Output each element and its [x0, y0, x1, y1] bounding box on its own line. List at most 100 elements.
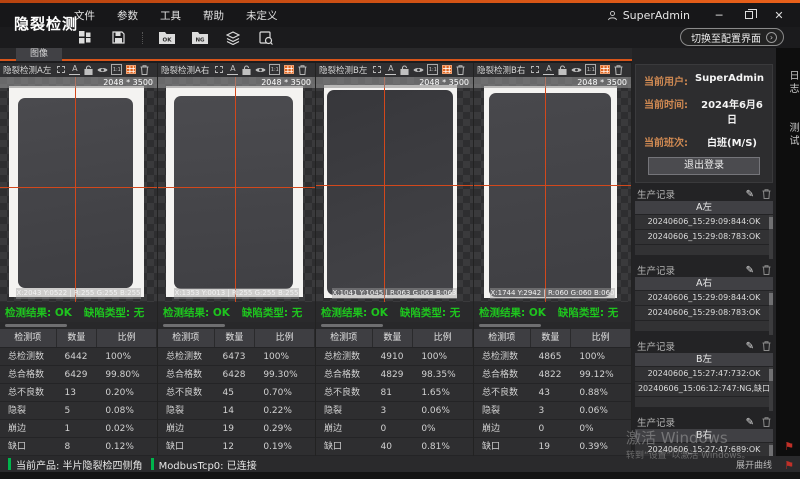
folder-ng-icon[interactable]: NG — [191, 30, 209, 46]
menu-tools[interactable]: 工具 — [160, 8, 181, 23]
records-scrollbar[interactable] — [769, 291, 773, 335]
user-value: SuperAdmin — [695, 73, 764, 88]
result-row: 检测结果: OK 缺陷类型: 无 — [158, 302, 315, 322]
resolution-label: 2048 * 3500 — [0, 77, 157, 88]
table-cell: 总合格数 — [474, 366, 531, 383]
menu-parameters[interactable]: 参数 — [117, 8, 138, 23]
grid-icon[interactable] — [599, 64, 610, 75]
switch-to-config-button[interactable]: 切换至配置界面 › — [680, 28, 784, 46]
table-cell: 100% — [571, 348, 631, 365]
camera-image[interactable]: 2048 * 3500 X:1041 Y:1045 | R:063 G:063 … — [316, 77, 473, 302]
records-title: 生产记录 — [637, 339, 675, 353]
trash-icon[interactable] — [139, 64, 150, 75]
one-to-one-icon[interactable]: 1:1 — [111, 64, 122, 75]
edit-icon[interactable]: ✎ — [746, 265, 754, 276]
layers-icon[interactable] — [224, 30, 242, 46]
trash-icon[interactable] — [762, 265, 771, 275]
horizontal-scrollbar[interactable] — [316, 322, 473, 329]
one-to-one-icon[interactable]: 1:1 — [585, 64, 596, 75]
trash-icon[interactable] — [297, 64, 308, 75]
tab-test[interactable]: 测试 — [776, 122, 800, 148]
grid-icon[interactable] — [125, 64, 136, 75]
flag-icon: ⚑ — [784, 440, 794, 453]
trash-icon[interactable] — [762, 341, 771, 351]
grid-icon[interactable] — [441, 64, 452, 75]
record-entry[interactable]: 20240606_15:27:47:689:OK — [635, 443, 773, 457]
eye-icon[interactable] — [571, 64, 582, 75]
table-header-cell: 检测项 — [158, 329, 215, 347]
table-row: 隐裂30.06% — [316, 402, 473, 420]
auto-fit-icon[interactable]: A — [543, 64, 554, 75]
trash-icon[interactable] — [762, 189, 771, 199]
minimize-button[interactable]: ─ — [704, 9, 734, 22]
inspection-photo — [9, 86, 144, 297]
table-cell: 4829 — [373, 366, 414, 383]
lock-icon[interactable] — [83, 64, 94, 75]
selection-rect-icon[interactable] — [213, 64, 224, 75]
panel-title: 隐裂检测B右 — [477, 64, 525, 76]
selection-rect-icon[interactable] — [529, 64, 540, 75]
selection-rect-icon[interactable] — [371, 64, 382, 75]
tab-image[interactable]: 图像 — [16, 48, 62, 61]
auto-fit-icon[interactable]: A — [227, 64, 238, 75]
selection-rect-icon[interactable] — [55, 64, 66, 75]
table-cell: 4865 — [531, 348, 572, 365]
menu-undefined[interactable]: 未定义 — [246, 8, 278, 23]
edit-icon[interactable]: ✎ — [746, 341, 754, 352]
record-entry[interactable]: 20240606_15:29:09:844:OK — [635, 215, 773, 229]
horizontal-scrollbar[interactable] — [474, 322, 631, 329]
horizontal-scrollbar[interactable] — [0, 322, 157, 329]
table-row: 隐裂30.06% — [474, 402, 631, 420]
table-cell: 3 — [373, 402, 414, 419]
camera-image[interactable]: 2048 * 3500 X:2043 Y:0522 | R:255 G:255 … — [0, 77, 157, 302]
eye-icon[interactable] — [255, 64, 266, 75]
expand-curve-link[interactable]: 展开曲线 — [736, 458, 772, 471]
auto-fit-icon[interactable]: A — [385, 64, 396, 75]
table-cell: 6429 — [57, 366, 98, 383]
camera-panel-a-left: 隐裂检测A左 A 1:1 2048 * 3500 X:2043 Y:0522 |… — [0, 63, 157, 456]
maximize-button[interactable] — [734, 9, 764, 22]
edit-icon[interactable]: ✎ — [746, 417, 754, 428]
lock-icon[interactable] — [399, 64, 410, 75]
trash-icon[interactable] — [762, 417, 771, 427]
panel-header: 隐裂检测B右 A 1:1 — [474, 63, 631, 77]
logout-button[interactable]: 退出登录 — [648, 157, 760, 175]
record-entry[interactable]: 20240606_15:29:08:783:OK — [635, 230, 773, 244]
resolution-label: 2048 * 3500 — [158, 77, 315, 88]
record-entry[interactable]: 20240606_15:29:08:783:OK — [635, 306, 773, 320]
camera-image[interactable]: 2048 * 3500 X:1353 Y:0013 | R:255 G:255 … — [158, 77, 315, 302]
table-cell: 缺口 — [158, 438, 215, 455]
search-document-icon[interactable] — [257, 30, 275, 46]
one-to-one-icon[interactable]: 1:1 — [269, 64, 280, 75]
folder-ng-label: NG — [195, 38, 205, 44]
record-entry[interactable]: 20240606_15:29:09:844:OK — [635, 291, 773, 305]
table-row: 崩边10.02% — [0, 420, 157, 438]
edit-icon[interactable]: ✎ — [746, 189, 754, 200]
crosshair-horizontal — [0, 187, 157, 188]
lock-icon[interactable] — [557, 64, 568, 75]
layout-grid-icon[interactable] — [76, 30, 94, 46]
horizontal-scrollbar[interactable] — [158, 322, 315, 329]
switch-button-label: 切换至配置界面 — [691, 30, 761, 45]
save-icon[interactable] — [109, 30, 127, 46]
solar-cell — [327, 90, 453, 295]
current-user-chip[interactable]: SuperAdmin — [607, 9, 690, 22]
camera-image[interactable]: 2048 * 3500 X:1744 Y:2942 | R:060 G:060 … — [474, 77, 631, 302]
lock-icon[interactable] — [241, 64, 252, 75]
eye-icon[interactable] — [413, 64, 424, 75]
grid-icon[interactable] — [283, 64, 294, 75]
tab-log[interactable]: 日志 — [776, 70, 800, 96]
menu-help[interactable]: 帮助 — [203, 8, 224, 23]
record-entry[interactable]: 20240606_15:06:12:747:NG,缺口 — [635, 382, 773, 396]
one-to-one-icon[interactable]: 1:1 — [427, 64, 438, 75]
auto-fit-icon[interactable]: A — [69, 64, 80, 75]
close-button[interactable]: ✕ — [764, 9, 794, 22]
trash-icon[interactable] — [613, 64, 624, 75]
records-scrollbar[interactable] — [769, 215, 773, 259]
folder-ok-icon[interactable]: OK — [158, 30, 176, 46]
table-cell: 0.06% — [413, 402, 473, 419]
trash-icon[interactable] — [455, 64, 466, 75]
eye-icon[interactable] — [97, 64, 108, 75]
record-entry[interactable]: 20240606_15:27:47:732:OK — [635, 367, 773, 381]
records-scrollbar[interactable] — [769, 367, 773, 411]
